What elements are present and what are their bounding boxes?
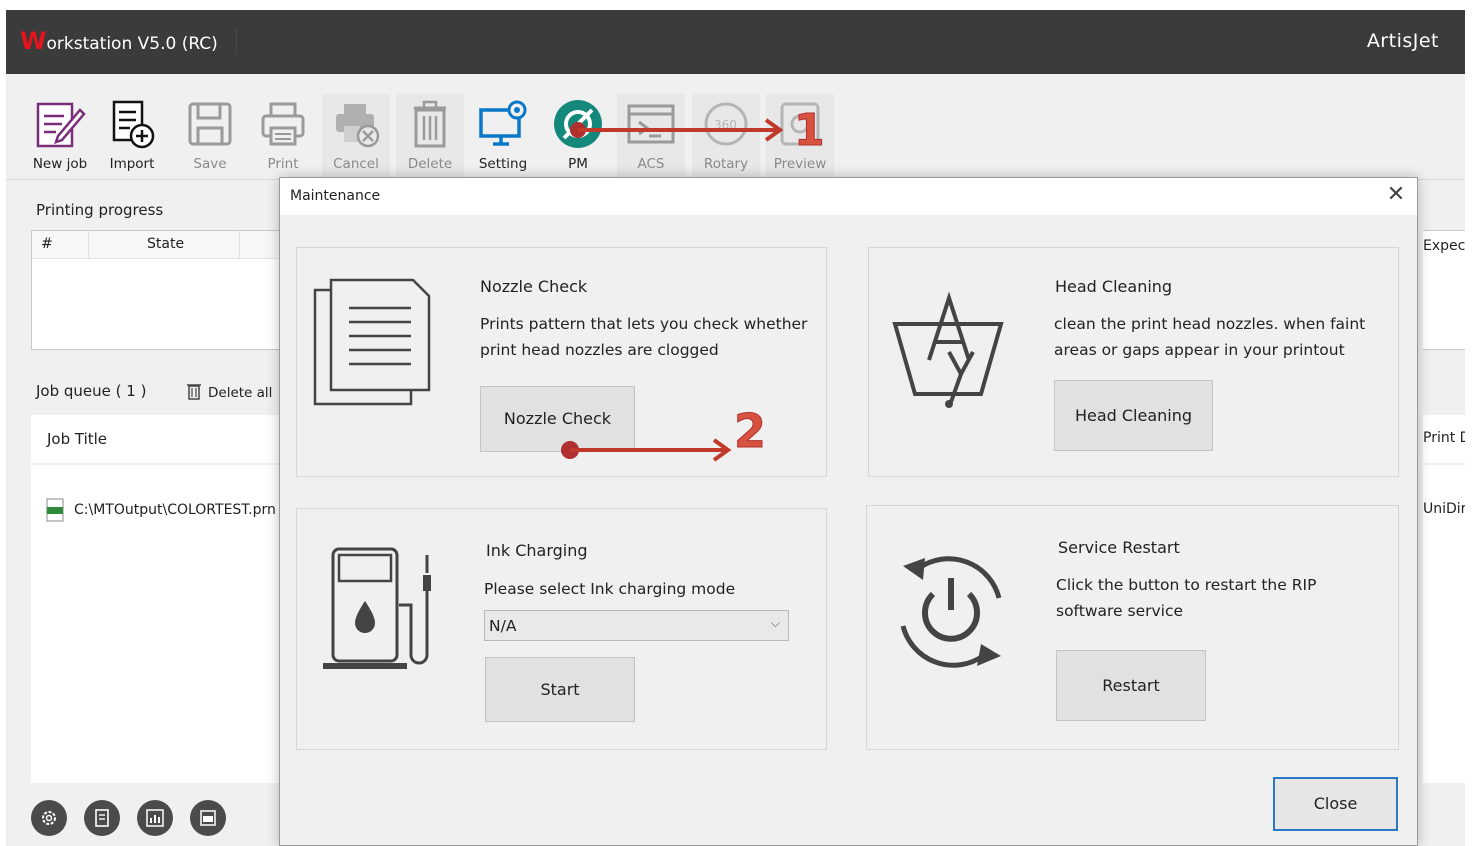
head-cleaning-desc-2: areas or gaps appear in your printout: [1054, 341, 1345, 359]
nozzle-check-desc-2: print head nozzles are clogged: [480, 341, 719, 359]
app-title-w: W: [20, 27, 47, 55]
nozzle-check-heading: Nozzle Check: [480, 277, 588, 296]
ink-charging-start-button[interactable]: Start: [485, 657, 635, 722]
delete-all-label: Delete all: [208, 385, 273, 401]
import-label: Import: [109, 156, 155, 172]
job-title-header: Job Title: [31, 415, 291, 463]
dialog-close-button[interactable]: Close: [1273, 777, 1398, 831]
ink-charging-desc: Please select Ink charging mode: [484, 580, 736, 598]
api-icon: [200, 810, 216, 826]
service-restart-button[interactable]: Restart: [1056, 650, 1206, 721]
progress-table-right-edge: Expecte: [1423, 230, 1465, 350]
new-job-icon: [36, 102, 86, 148]
maintenance-dialog: Maintenance ✕ Nozzle Check Prints patter…: [279, 177, 1418, 846]
cancel-print-icon: [336, 104, 380, 148]
job-print-dir-value: UniDir: [1423, 465, 1465, 783]
service-restart-desc-2: software service: [1056, 602, 1184, 620]
job-row[interactable]: C:\MTOutput\COLORTEST.prn: [46, 498, 276, 526]
col-divider: [239, 231, 240, 259]
annotation-arrow-2: [561, 438, 732, 462]
chevron-down-icon: ⌵: [770, 616, 780, 630]
prn-file-icon: [46, 498, 64, 522]
dialog-title-bar: Maintenance ✕: [280, 178, 1417, 215]
setting-button[interactable]: Setting: [469, 94, 537, 180]
head-cleaning-heading: Head Cleaning: [1055, 277, 1173, 296]
api-button[interactable]: [190, 800, 226, 836]
job-queue-title: Job queue ( 1 ): [36, 382, 147, 400]
ink-charging-heading: Ink Charging: [486, 541, 588, 560]
head-cleaning-card: Head Cleaning clean the print head nozzl…: [868, 247, 1399, 477]
fuel-pump-icon: [323, 547, 431, 669]
head-cleaning-icon: [892, 291, 1004, 408]
cancel-button[interactable]: Cancel: [322, 94, 390, 180]
save-icon: [188, 102, 232, 146]
nozzle-check-desc-1: Prints pattern that lets you check wheth…: [480, 315, 808, 333]
app-title-rest: orkstation V5.0 (RC): [46, 34, 218, 54]
cancel-label: Cancel: [333, 156, 379, 172]
document-pages-icon: [313, 278, 431, 406]
progress-table-header: # State: [32, 231, 290, 259]
import-icon: [112, 100, 155, 149]
title-bar: Workstation V5.0 (RC) ArtisJet: [6, 10, 1465, 74]
document-icon: [95, 809, 109, 827]
trash-icon: [414, 100, 446, 148]
head-cleaning-button[interactable]: Head Cleaning: [1054, 380, 1213, 451]
setting-label: Setting: [478, 156, 528, 172]
delete-all-button[interactable]: Delete all: [186, 382, 272, 401]
brand-logo: ArtisJet: [1366, 30, 1439, 52]
import-button[interactable]: Import: [98, 94, 166, 180]
service-restart-desc-1: Click the button to restart the RIP: [1056, 576, 1317, 594]
printing-progress-table: # State: [31, 230, 291, 350]
col-hash: #: [41, 236, 53, 252]
delete-label: Delete: [407, 156, 453, 172]
annotation-step-1: 1: [794, 105, 826, 157]
save-label: Save: [193, 156, 227, 172]
save-button[interactable]: Save: [176, 94, 244, 180]
annotation-step-2: 2: [733, 404, 767, 459]
col-state: State: [147, 236, 185, 252]
gear-icon: [42, 811, 56, 825]
app-title: Workstation V5.0 (RC): [20, 28, 237, 54]
col-divider: [88, 231, 89, 259]
chart-icon: [146, 809, 164, 827]
ink-charging-mode-select[interactable]: N/A ⌵: [484, 610, 789, 641]
service-restart-card: Service Restart Click the button to rest…: [866, 505, 1399, 750]
statistics-button[interactable]: [137, 800, 173, 836]
settings-monitor-icon: [479, 100, 527, 146]
ink-charging-mode-value: N/A: [489, 617, 517, 635]
print-button[interactable]: Print: [249, 94, 317, 180]
trash-icon: [187, 384, 201, 400]
service-restart-heading: Service Restart: [1058, 538, 1180, 557]
dialog-title: Maintenance: [290, 188, 381, 204]
report-button[interactable]: [84, 800, 120, 836]
settings-gear-button[interactable]: [31, 800, 67, 836]
delete-button[interactable]: Delete: [396, 94, 464, 180]
printing-progress-title: Printing progress: [36, 201, 164, 219]
ink-charging-card: Ink Charging Please select Ink charging …: [296, 508, 827, 750]
col-expected: Expecte: [1423, 238, 1465, 254]
dialog-close-icon[interactable]: ✕: [1383, 182, 1409, 208]
job-path: C:\MTOutput\COLORTEST.prn: [74, 502, 276, 518]
new-job-label: New job: [32, 156, 88, 172]
head-cleaning-desc-1: clean the print head nozzles. when faint: [1054, 315, 1366, 333]
print-label: Print: [267, 156, 299, 172]
col-print-dir: Print Di: [1423, 415, 1465, 463]
printer-icon: [261, 102, 305, 146]
restart-power-icon: [900, 556, 1002, 668]
new-job-button[interactable]: New job: [26, 94, 94, 180]
